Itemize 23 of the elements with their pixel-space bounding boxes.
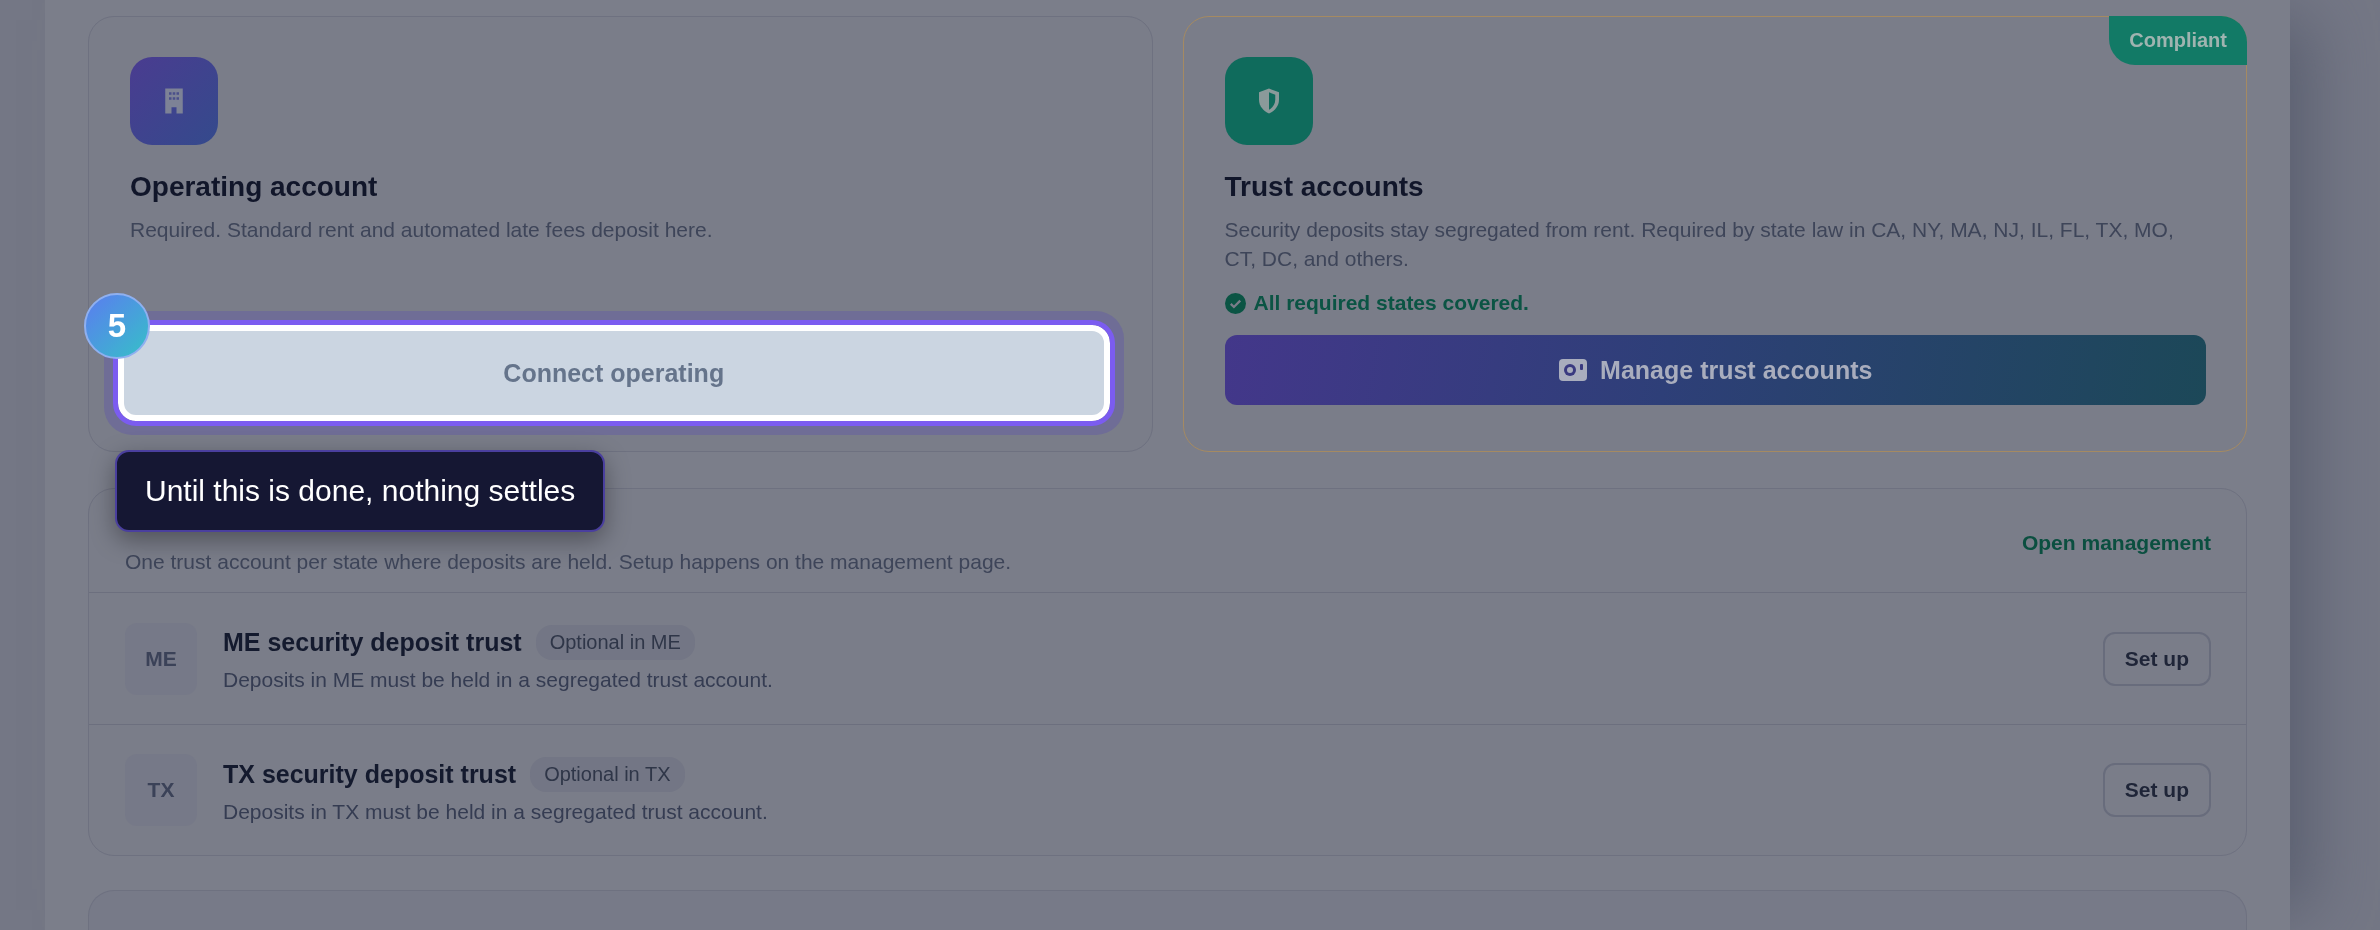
state-code-badge: TX xyxy=(125,754,197,826)
row-title: TX security deposit trust xyxy=(223,759,517,789)
row-description: Deposits in ME must be held in a segregated trust account. xyxy=(223,668,774,692)
row-description: Deposits in TX must be held in a segregated trust account. xyxy=(223,799,769,824)
safe-icon xyxy=(1558,357,1589,383)
card-title: Trust accounts xyxy=(1224,171,1425,203)
card-description: Security deposits stay segregated from rent. Required by state law in CA, NY, MA, NJ, IL, FL, TX, MO, CT, DC, and others. xyxy=(1224,217,2175,272)
status-badge: Compliant xyxy=(2109,16,2247,65)
set-up-button[interactable]: Set up xyxy=(2102,763,2211,817)
optional-tag: Optional in ME xyxy=(535,625,695,660)
row-title: ME security deposit trust xyxy=(223,628,522,657)
card-description: Required. Standard rent and automated late fees deposit here. xyxy=(130,217,714,243)
optional-tag: Optional in TX xyxy=(530,756,685,792)
step-badge: 5 xyxy=(84,293,150,359)
card-title: Operating account xyxy=(130,171,379,203)
set-up-button[interactable]: Set up xyxy=(2102,631,2211,686)
tooltip: Until this is done, nothing settles xyxy=(115,450,606,532)
status-text: All required states covered. xyxy=(1253,291,1529,315)
manage-button[interactable]: Manage trust accounts xyxy=(1224,335,2206,405)
section-description: One trust account per state where deposits are held. Setup happens on the management page. xyxy=(125,550,1012,574)
open-management-link[interactable]: Open management xyxy=(2021,531,2211,555)
check-icon xyxy=(1224,292,1246,314)
state-code-badge: ME xyxy=(125,622,197,695)
